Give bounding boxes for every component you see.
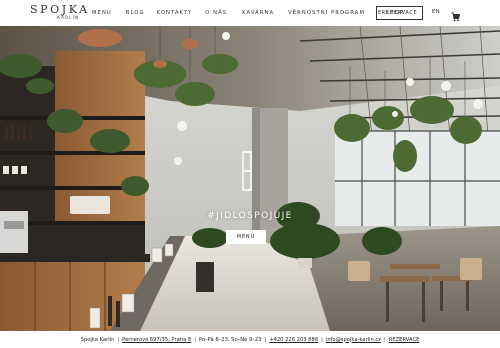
site-footer: Spojka Karlín | Pernerova 697/35, Praha … — [0, 331, 500, 348]
main-nav: MENU BLOG KONTAKTY O NÁS KAVÁRNA VĚRNOST… — [88, 0, 404, 26]
nav-item-loyalty[interactable]: VĚRNOSTNÍ PROGRAM — [288, 10, 365, 16]
footer-separator: | — [321, 336, 323, 343]
logo-word: SPOJKA — [30, 3, 90, 16]
footer-hours: Po–Pá 8–23, So–Ne 9–23 — [198, 336, 262, 343]
footer-separator: | — [194, 336, 196, 343]
nav-item-menu[interactable]: MENU — [92, 10, 112, 16]
footer-separator: | — [117, 336, 120, 343]
reservation-button[interactable]: REZERVACE — [376, 6, 423, 20]
site-header: SPOJKA KARLÍN MENU BLOG KONTAKTY O NÁS K… — [0, 0, 500, 26]
nav-item-contacts[interactable]: KONTAKTY — [157, 10, 193, 16]
footer-email-link[interactable]: info@spojka-karlin.cz — [326, 337, 381, 343]
footer-reservation-link[interactable]: REZERVACE — [389, 337, 420, 343]
footer-separator: | — [264, 336, 267, 343]
nav-item-blog[interactable]: BLOG — [126, 10, 145, 16]
hero-menu-button[interactable]: MENU — [226, 230, 266, 244]
footer-name: Spojka Karlín — [80, 336, 115, 343]
hero-banner: #JIDLOSPOJUJE MENU — [0, 26, 500, 331]
logo[interactable]: SPOJKA KARLÍN — [30, 4, 90, 24]
footer-phone-link[interactable]: +420 226 203 888 — [269, 337, 318, 343]
hero-hashtag: #JIDLOSPOJUJE — [207, 211, 293, 221]
footer-separator: | — [383, 336, 386, 343]
cart-icon[interactable] — [451, 7, 461, 22]
logo-subtitle: KARLÍN — [57, 16, 80, 21]
language-switch[interactable]: EN — [432, 9, 440, 15]
footer-address-link[interactable]: Pernerova 697/35, Praha 8 — [122, 337, 191, 343]
nav-item-about[interactable]: O NÁS — [205, 10, 227, 16]
nav-item-cafe[interactable]: KAVÁRNA — [242, 10, 274, 16]
brand-mark-icon — [242, 151, 252, 191]
